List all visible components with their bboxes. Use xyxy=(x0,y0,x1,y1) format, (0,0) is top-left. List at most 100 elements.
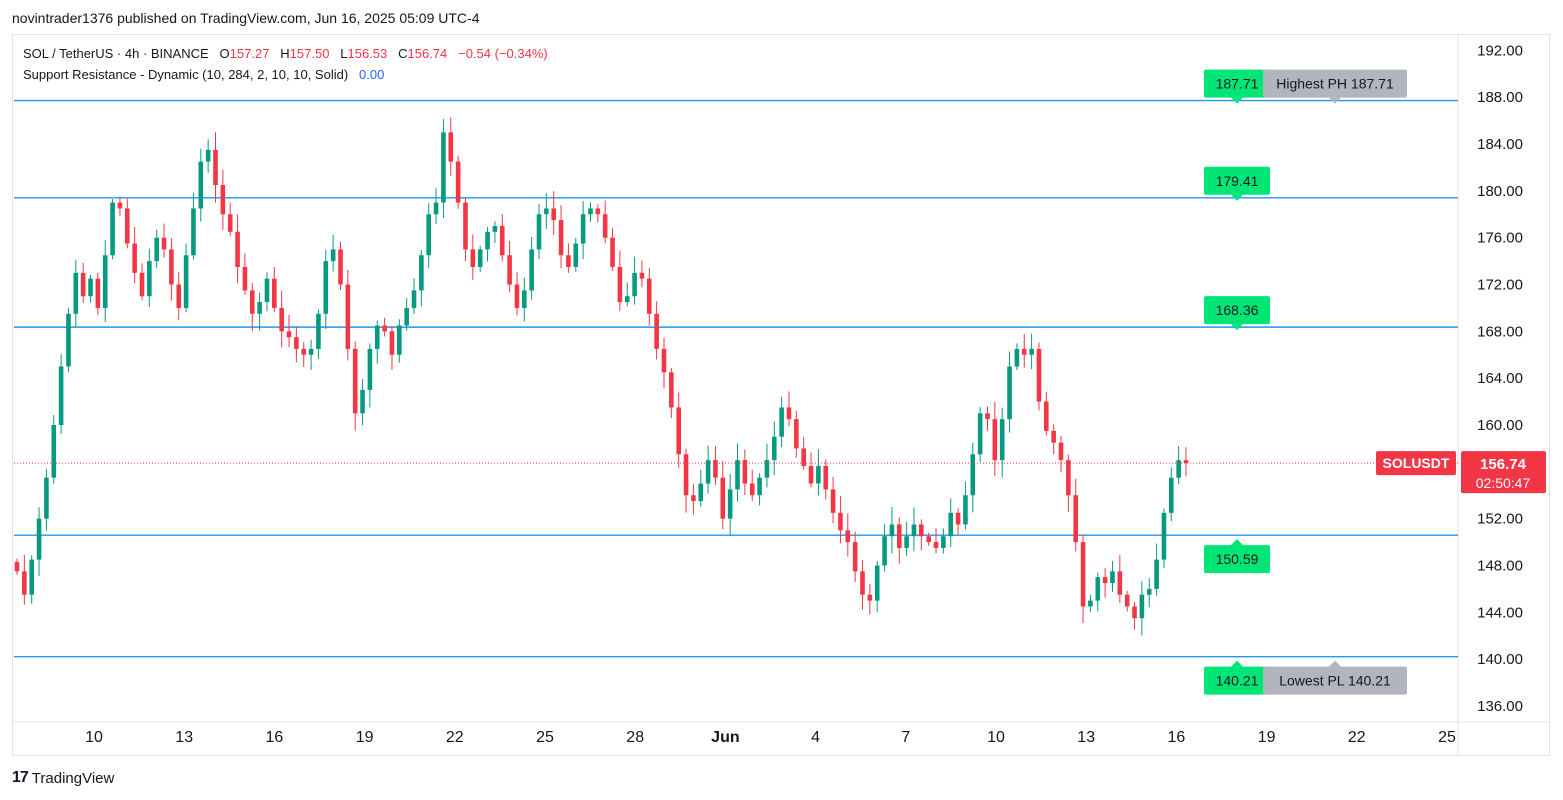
candle-body[interactable] xyxy=(154,237,159,262)
candle-body[interactable] xyxy=(977,413,983,455)
candle-body[interactable] xyxy=(235,231,240,267)
candle-body[interactable] xyxy=(88,278,93,297)
candle-body[interactable] xyxy=(617,266,623,303)
candle-body[interactable] xyxy=(1021,348,1027,355)
candle-body[interactable] xyxy=(463,202,468,250)
candle-body[interactable] xyxy=(14,561,20,572)
candle-body[interactable] xyxy=(639,272,645,279)
footer-brand[interactable]: 17 TradingView xyxy=(12,769,114,787)
candle-body[interactable] xyxy=(73,272,79,314)
candle-body[interactable] xyxy=(51,424,57,478)
candle-body[interactable] xyxy=(933,542,939,548)
indicator-name[interactable]: Support Resistance - Dynamic (10, 284, 2… xyxy=(23,67,348,82)
candle-body[interactable] xyxy=(602,214,608,238)
candle-body[interactable] xyxy=(345,284,351,349)
candle-body[interactable] xyxy=(1051,430,1056,443)
candle-body[interactable] xyxy=(779,407,784,437)
candle-body[interactable] xyxy=(139,272,145,297)
candle-body[interactable] xyxy=(426,214,432,256)
candle-body[interactable] xyxy=(102,255,108,308)
candle-body[interactable] xyxy=(970,454,976,496)
candle-body[interactable] xyxy=(794,419,799,449)
candle-body[interactable] xyxy=(404,307,409,326)
candle-body[interactable] xyxy=(389,331,395,355)
candle-body[interactable] xyxy=(529,249,534,291)
candle-body[interactable] xyxy=(176,284,182,308)
candle-body[interactable] xyxy=(845,530,851,543)
candle-body[interactable] xyxy=(948,512,954,537)
candle-body[interactable] xyxy=(1029,348,1034,355)
candle-body[interactable] xyxy=(646,278,652,314)
candle-body[interactable] xyxy=(286,331,292,338)
candle-body[interactable] xyxy=(477,249,483,267)
candle-body[interactable] xyxy=(316,313,321,349)
candle-body[interactable] xyxy=(397,325,402,355)
candle-body[interactable] xyxy=(735,460,740,490)
candle-body[interactable] xyxy=(1095,577,1101,601)
candle-body[interactable] xyxy=(698,483,704,502)
candle-body[interactable] xyxy=(1088,600,1093,607)
candle-body[interactable] xyxy=(823,465,829,490)
candle-body[interactable] xyxy=(374,325,380,349)
candle-body[interactable] xyxy=(382,325,387,332)
candle-body[interactable] xyxy=(191,208,196,256)
candle-body[interactable] xyxy=(441,132,446,203)
candle-body[interactable] xyxy=(1154,559,1159,589)
candle-body[interactable] xyxy=(338,249,343,285)
candle-body[interactable] xyxy=(926,536,931,543)
candle-body[interactable] xyxy=(852,542,858,572)
candle-body[interactable] xyxy=(213,149,218,186)
candle-body[interactable] xyxy=(1036,348,1042,402)
candle-body[interactable] xyxy=(999,419,1005,461)
candle-body[interactable] xyxy=(1161,512,1167,560)
candle-body[interactable] xyxy=(896,524,902,548)
candle-body[interactable] xyxy=(360,389,365,414)
candle-body[interactable] xyxy=(411,290,417,308)
candle-body[interactable] xyxy=(963,495,968,525)
candle-body[interactable] xyxy=(22,571,27,595)
candle-body[interactable] xyxy=(1117,571,1123,595)
candle-body[interactable] xyxy=(242,266,248,291)
candle-body[interactable] xyxy=(808,465,814,484)
candle-body[interactable] xyxy=(683,454,689,496)
candle-body[interactable] xyxy=(566,255,571,267)
candle-body[interactable] xyxy=(867,594,873,601)
candle-body[interactable] xyxy=(720,477,726,519)
candle-body[interactable] xyxy=(294,337,299,349)
candle-body[interactable] xyxy=(1124,594,1130,607)
candle-body[interactable] xyxy=(522,290,527,308)
candle-body[interactable] xyxy=(1007,366,1012,420)
candle-body[interactable] xyxy=(595,208,601,215)
candle-body[interactable] xyxy=(816,465,821,484)
candle-body[interactable] xyxy=(169,249,174,285)
candle-body[interactable] xyxy=(124,208,130,244)
candle-body[interactable] xyxy=(632,272,637,297)
candle-body[interactable] xyxy=(95,278,101,308)
candle-body[interactable] xyxy=(1132,606,1137,619)
candle-body[interactable] xyxy=(352,348,358,414)
candle-body[interactable] xyxy=(1058,442,1064,461)
candle-body[interactable] xyxy=(544,208,549,215)
candle-body[interactable] xyxy=(882,536,887,566)
candle-body[interactable] xyxy=(749,483,755,496)
candle-body[interactable] xyxy=(786,407,792,420)
candle-body[interactable] xyxy=(257,302,262,314)
candle-body[interactable] xyxy=(691,495,696,502)
candle-body[interactable] xyxy=(1066,460,1071,496)
candle-body[interactable] xyxy=(1168,477,1174,513)
candle-body[interactable] xyxy=(985,413,990,420)
candle-body[interactable] xyxy=(455,161,461,203)
candle-body[interactable] xyxy=(830,489,836,513)
candle-body[interactable] xyxy=(367,348,373,390)
candle-body[interactable] xyxy=(654,313,659,349)
candle-body[interactable] xyxy=(536,214,542,250)
indicator-legend[interactable]: Support Resistance - Dynamic (10, 284, 2… xyxy=(23,67,384,82)
candle-body[interactable] xyxy=(470,249,476,267)
candle-body[interactable] xyxy=(1146,588,1152,595)
candle-body[interactable] xyxy=(514,284,520,308)
candle-body[interactable] xyxy=(66,313,71,367)
candle-body[interactable] xyxy=(764,460,770,478)
candle-body[interactable] xyxy=(205,149,211,162)
candle-body[interactable] xyxy=(264,278,270,303)
candle-body[interactable] xyxy=(485,231,490,250)
